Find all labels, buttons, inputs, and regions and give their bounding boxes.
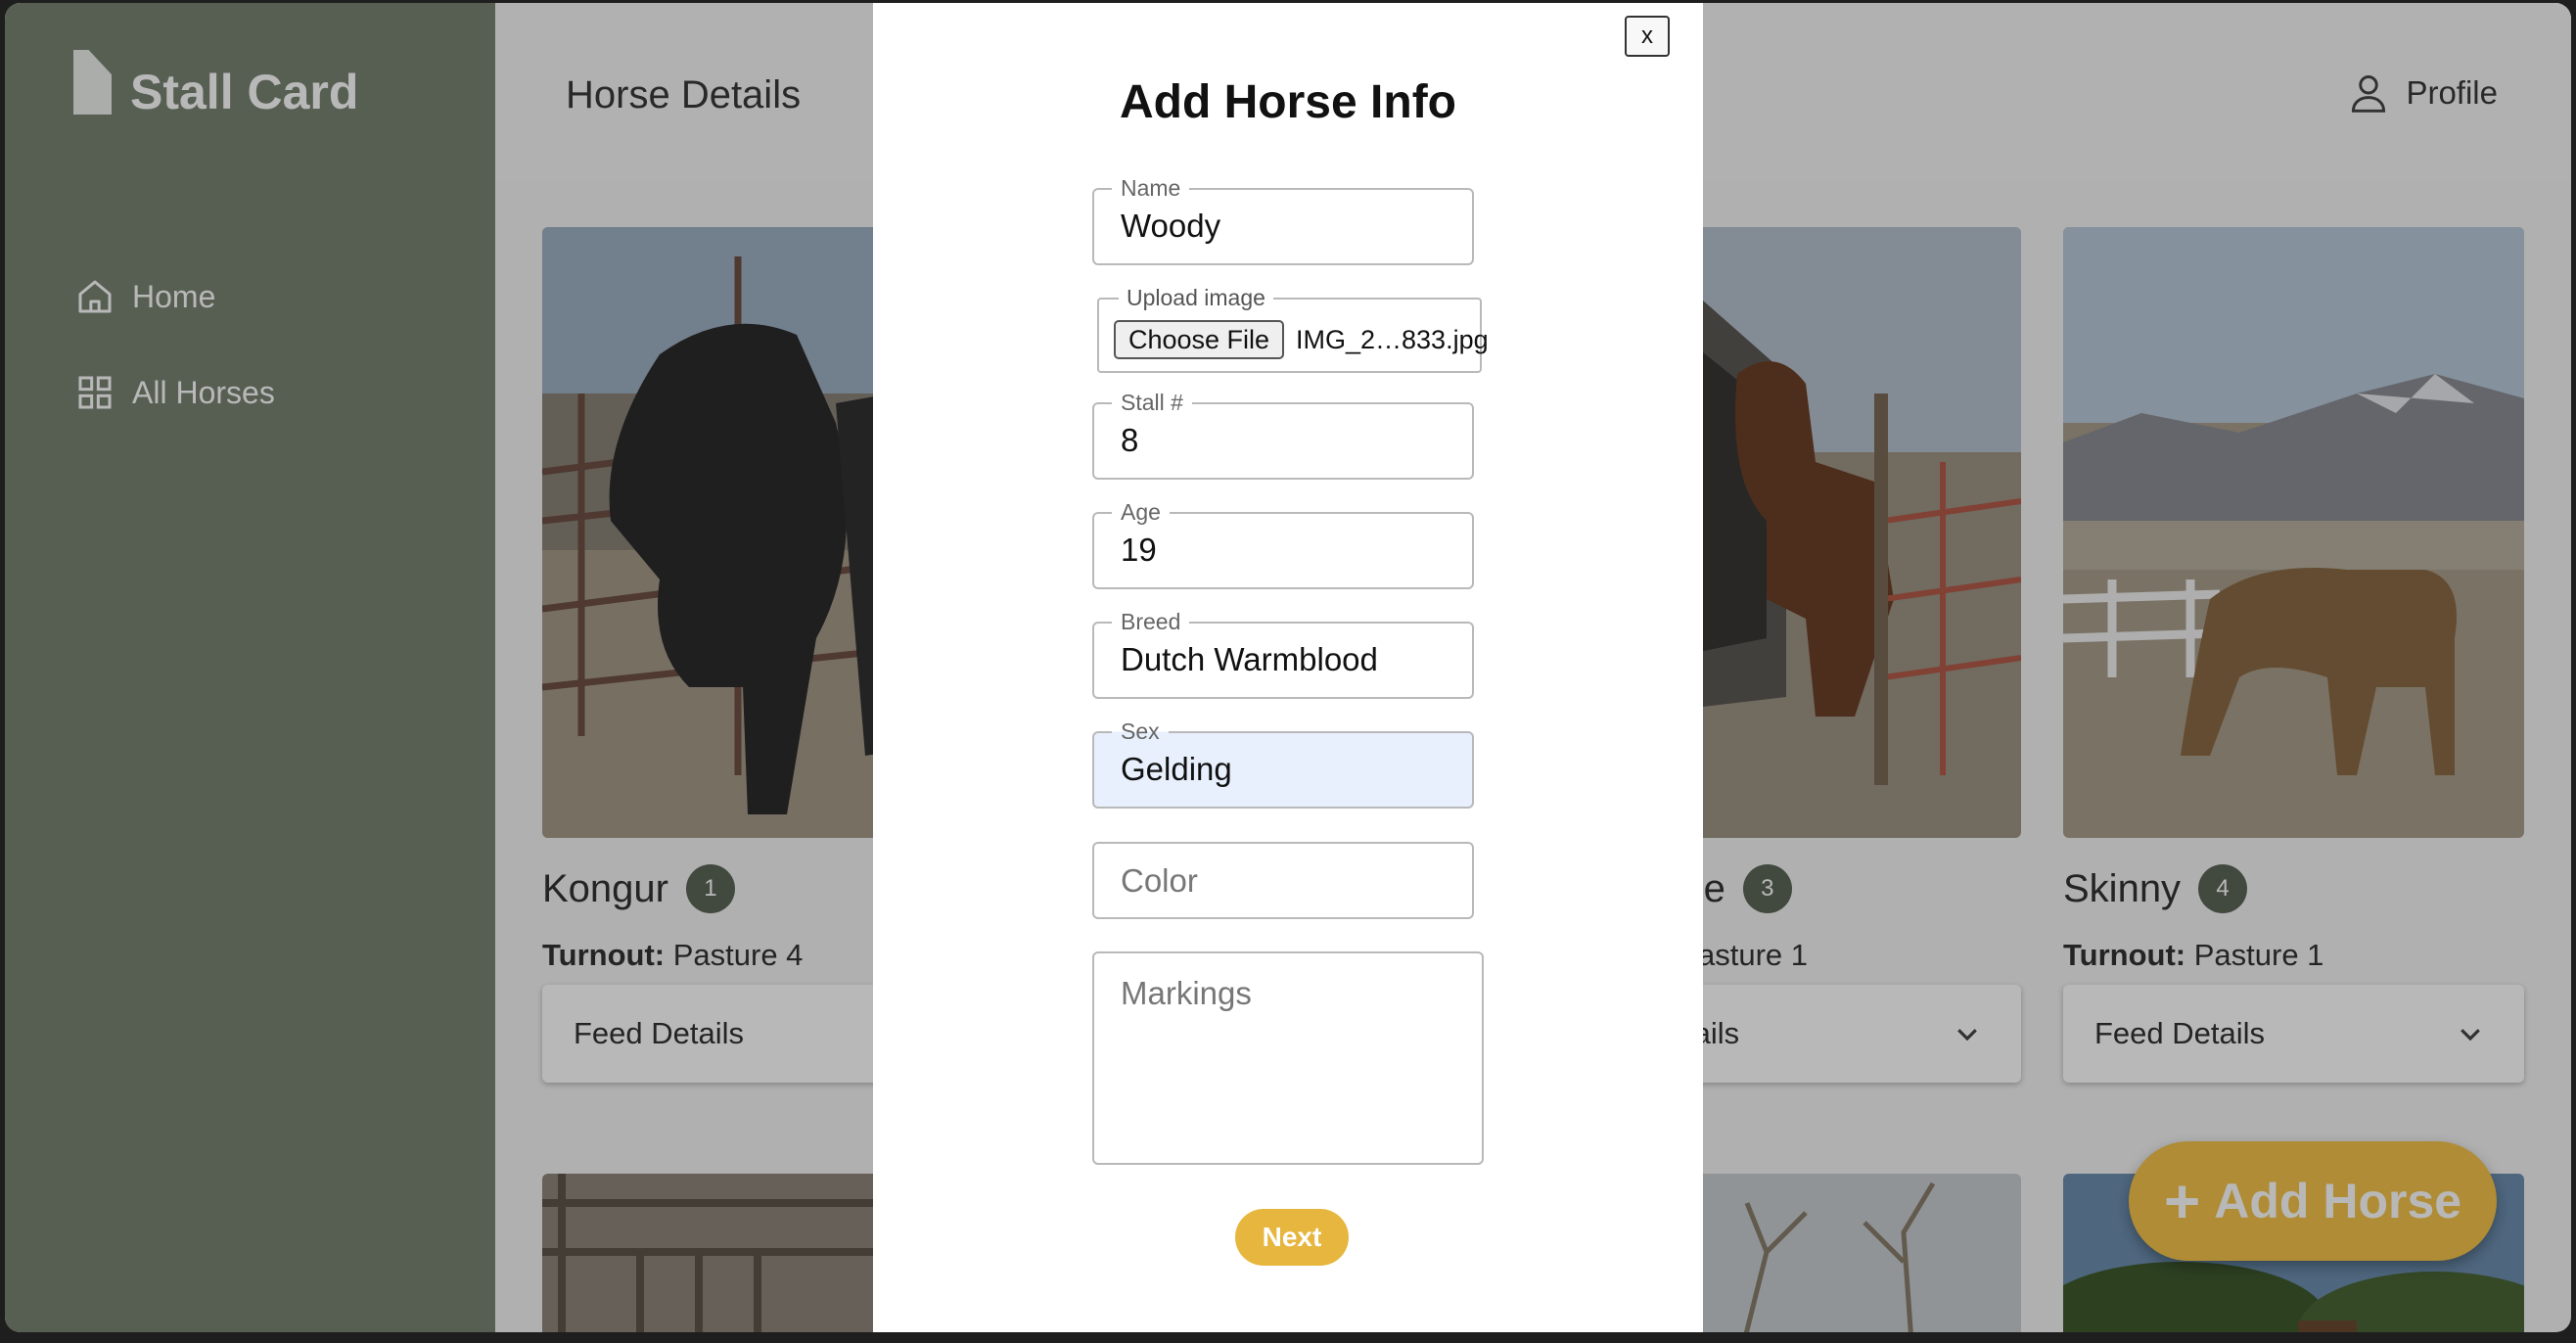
color-field[interactable]: Color [1092, 842, 1474, 919]
breed-field[interactable]: Breed Dutch Warmblood [1092, 609, 1474, 699]
sex-value: Gelding [1121, 751, 1232, 787]
add-horse-modal: x Add Horse Info Name Woody Upload image… [873, 3, 1703, 1332]
markings-field[interactable]: Markings [1092, 951, 1484, 1165]
close-button[interactable]: x [1625, 16, 1670, 57]
upload-label: Upload image [1119, 285, 1273, 311]
age-field[interactable]: Age 19 [1092, 499, 1474, 589]
sex-label: Sex [1112, 718, 1169, 745]
selected-filename: IMG_2…833.jpg [1296, 325, 1489, 354]
app-window: Stall Card Home All Horses Horse Details… [5, 3, 2571, 1332]
age-value: 19 [1121, 532, 1157, 568]
name-value: Woody [1121, 208, 1221, 244]
breed-label: Breed [1112, 609, 1190, 635]
name-label: Name [1112, 175, 1190, 202]
stall-value: 8 [1121, 422, 1139, 458]
markings-placeholder: Markings [1121, 975, 1252, 1011]
stall-label: Stall # [1112, 390, 1192, 416]
name-field[interactable]: Name Woody [1092, 175, 1474, 265]
age-label: Age [1112, 499, 1170, 526]
stall-field[interactable]: Stall # 8 [1092, 390, 1474, 480]
upload-image-field: Upload image Choose File IMG_2…833.jpg [1097, 285, 1489, 373]
breed-value: Dutch Warmblood [1121, 641, 1378, 677]
color-placeholder: Color [1121, 862, 1198, 899]
sex-field[interactable]: Sex Gelding [1092, 718, 1474, 809]
choose-file-button[interactable]: Choose File [1114, 320, 1284, 359]
next-button[interactable]: Next [1235, 1209, 1349, 1266]
modal-title: Add Horse Info [1120, 76, 1456, 128]
